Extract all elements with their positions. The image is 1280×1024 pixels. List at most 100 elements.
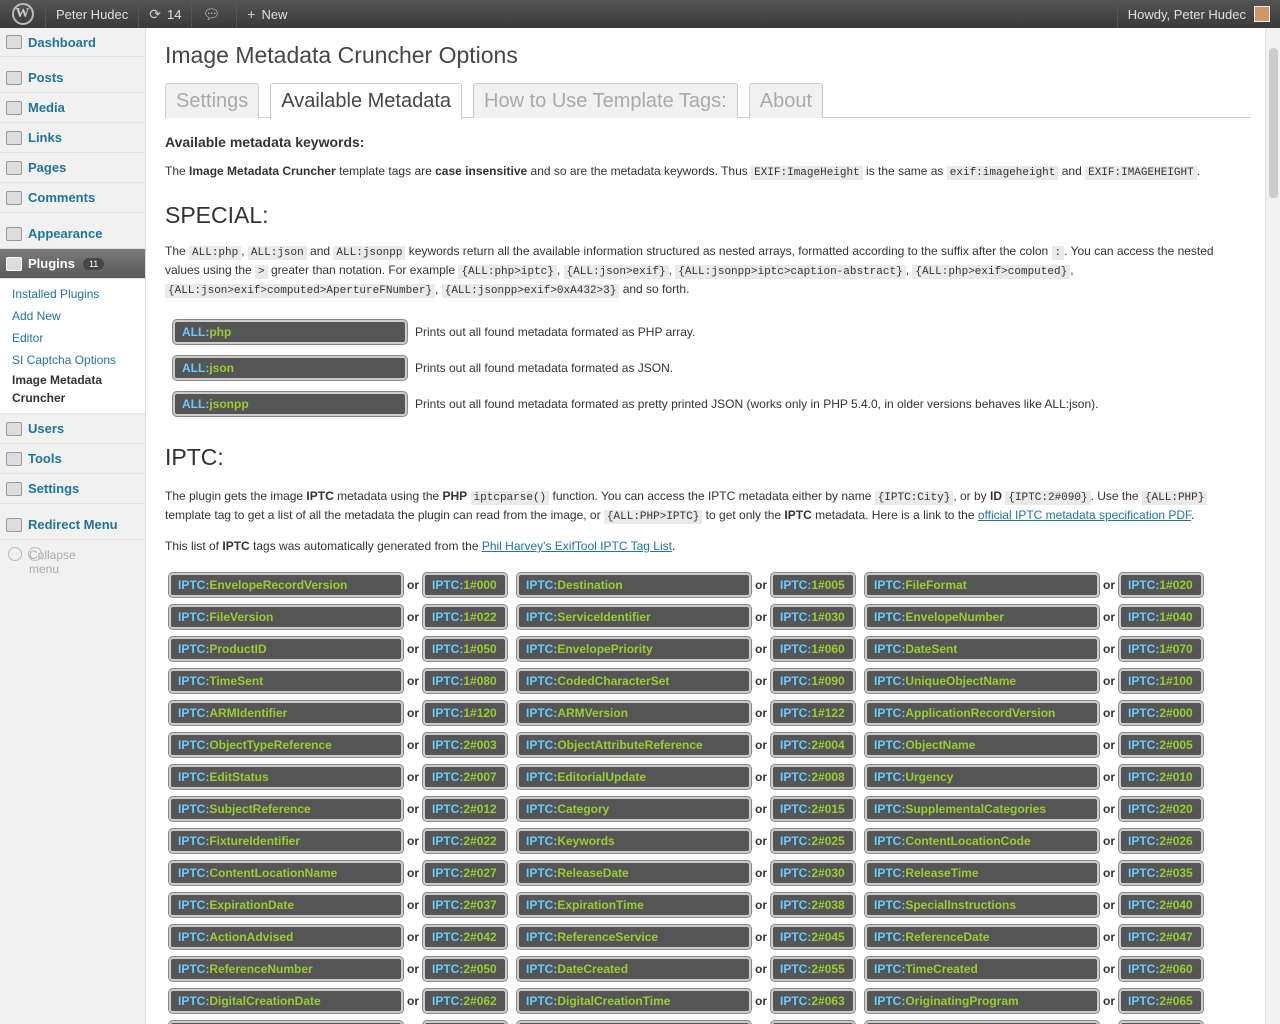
iptc-spec-link[interactable]: official IPTC metadata specification PDF [978,508,1191,522]
iptc-name-pill[interactable]: IPTC: ContentLocationCode [865,829,1099,853]
menu-dashboard[interactable]: Dashboard [0,28,145,57]
iptc-name-pill[interactable]: IPTC: ReferenceDate [865,925,1099,949]
iptc-id-pill[interactable]: IPTC: 2#030 [771,861,855,885]
iptc-id-pill[interactable]: IPTC: 2#012 [423,797,507,821]
iptc-id-pill[interactable]: IPTC: 2#055 [771,957,855,981]
iptc-id-pill[interactable]: IPTC: 2#045 [771,925,855,949]
comments-link[interactable]: 💬︎ [192,0,238,28]
iptc-name-pill[interactable]: IPTC: ServiceIdentifier [517,605,751,629]
menu-pages[interactable]: Pages [0,153,145,183]
iptc-name-pill[interactable]: IPTC: ObjectName [865,733,1099,757]
submenu-si-captcha[interactable]: SI Captcha Options [12,349,145,371]
iptc-id-pill[interactable]: IPTC: 2#008 [771,765,855,789]
iptc-name-pill[interactable]: IPTC: EnvelopeNumber [865,605,1099,629]
menu-comments[interactable]: Comments [0,183,145,213]
wordpress-logo-icon[interactable]: W [0,0,46,28]
iptc-id-pill[interactable]: IPTC: 1#005 [771,573,855,597]
iptc-id-pill[interactable]: IPTC: 2#063 [771,989,855,1013]
iptc-name-pill[interactable]: IPTC: EditorialUpdate [517,765,751,789]
menu-users[interactable]: Users [0,414,145,444]
iptc-name-pill[interactable]: IPTC: ActionAdvised [169,925,403,949]
iptc-id-pill[interactable]: IPTC: 2#025 [771,829,855,853]
iptc-id-pill[interactable]: IPTC: 2#050 [423,957,507,981]
menu-settings[interactable]: Settings [0,474,145,504]
iptc-name-pill[interactable]: IPTC: ReleaseDate [517,861,751,885]
iptc-name-pill[interactable]: IPTC: ApplicationRecordVersion [865,701,1099,725]
iptc-id-pill[interactable]: IPTC: 2#026 [1119,829,1203,853]
iptc-name-pill[interactable]: IPTC: FixtureIdentifier [169,829,403,853]
site-name-link[interactable]: Peter Hudec [46,0,140,28]
iptc-name-pill[interactable]: IPTC: ProductID [169,637,403,661]
iptc-name-pill[interactable]: IPTC: EnvelopeRecordVersion [169,573,403,597]
iptc-name-pill[interactable]: IPTC: ObjectAttributeReference [517,733,751,757]
iptc-name-pill[interactable]: IPTC: ReleaseTime [865,861,1099,885]
tag-pill[interactable]: ALL: php [173,320,407,344]
iptc-id-pill[interactable]: IPTC: 2#005 [1119,733,1203,757]
iptc-id-pill[interactable]: IPTC: 1#070 [1119,637,1203,661]
menu-posts[interactable]: Posts [0,63,145,93]
iptc-id-pill[interactable]: IPTC: 2#060 [1119,957,1203,981]
tab-available-metadata[interactable]: Available Metadata [270,83,463,119]
iptc-id-pill[interactable]: IPTC: 2#035 [1119,861,1203,885]
iptc-id-pill[interactable]: IPTC: 1#050 [423,637,507,661]
iptc-id-pill[interactable]: IPTC: 2#038 [771,893,855,917]
iptc-name-pill[interactable]: IPTC: DigitalCreationTime [517,989,751,1013]
iptc-name-pill[interactable]: IPTC: FileFormat [865,573,1099,597]
iptc-id-pill[interactable]: IPTC: 2#022 [423,829,507,853]
iptc-name-pill[interactable]: IPTC: DigitalCreationDate [169,989,403,1013]
submenu-editor[interactable]: Editor [12,327,145,349]
tag-pill[interactable]: ALL: json [173,356,407,380]
iptc-name-pill[interactable]: IPTC: ExpirationDate [169,893,403,917]
iptc-name-pill[interactable]: IPTC: TimeSent [169,669,403,693]
iptc-name-pill[interactable]: IPTC: ARMVersion [517,701,751,725]
iptc-id-pill[interactable]: IPTC: 2#015 [771,797,855,821]
submenu-add-new[interactable]: Add New [12,305,145,327]
exiftool-link[interactable]: Phil Harvey's ExifTool IPTC Tag List [482,539,672,553]
iptc-name-pill[interactable]: IPTC: Destination [517,573,751,597]
new-content-link[interactable]: + New [237,0,297,28]
iptc-id-pill[interactable]: IPTC: 2#007 [423,765,507,789]
tab-settings[interactable]: Settings [165,83,260,118]
iptc-name-pill[interactable]: IPTC: FileVersion [169,605,403,629]
iptc-id-pill[interactable]: IPTC: 2#042 [423,925,507,949]
iptc-name-pill[interactable]: IPTC: DateSent [865,637,1099,661]
menu-redirect[interactable]: Redirect Menu [0,510,145,540]
iptc-id-pill[interactable]: IPTC: 1#020 [1119,573,1203,597]
iptc-name-pill[interactable]: IPTC: ContentLocationName [169,861,403,885]
menu-links[interactable]: Links [0,123,145,153]
page-scrollbar[interactable] [1265,28,1280,1024]
iptc-name-pill[interactable]: IPTC: SubjectReference [169,797,403,821]
iptc-name-pill[interactable]: IPTC: Keywords [517,829,751,853]
iptc-id-pill[interactable]: IPTC: 2#020 [1119,797,1203,821]
menu-plugins[interactable]: Plugins 11 [0,249,145,279]
collapse-menu-button[interactable]: Collapse menu [0,540,145,576]
scrollbar-thumb[interactable] [1269,48,1278,198]
menu-tools[interactable]: Tools [0,444,145,474]
iptc-id-pill[interactable]: IPTC: 2#004 [771,733,855,757]
iptc-id-pill[interactable]: IPTC: 1#040 [1119,605,1203,629]
iptc-id-pill[interactable]: IPTC: 2#040 [1119,893,1203,917]
iptc-id-pill[interactable]: IPTC: 1#120 [423,701,507,725]
iptc-name-pill[interactable]: IPTC: ReferenceService [517,925,751,949]
iptc-name-pill[interactable]: IPTC: Category [517,797,751,821]
iptc-name-pill[interactable]: IPTC: UniqueObjectName [865,669,1099,693]
iptc-id-pill[interactable]: IPTC: 2#062 [423,989,507,1013]
iptc-id-pill[interactable]: IPTC: 2#010 [1119,765,1203,789]
iptc-id-pill[interactable]: IPTC: 1#000 [423,573,507,597]
iptc-name-pill[interactable]: IPTC: CodedCharacterSet [517,669,751,693]
iptc-id-pill[interactable]: IPTC: 1#100 [1119,669,1203,693]
iptc-id-pill[interactable]: IPTC: 1#030 [771,605,855,629]
tab-about[interactable]: About [748,83,823,118]
my-account-link[interactable]: Howdy, Peter Hudec [1116,0,1280,28]
iptc-name-pill[interactable]: IPTC: SupplementalCategories [865,797,1099,821]
iptc-id-pill[interactable]: IPTC: 2#047 [1119,925,1203,949]
iptc-id-pill[interactable]: IPTC: 2#027 [423,861,507,885]
tag-pill[interactable]: ALL: jsonpp [173,392,407,416]
menu-media[interactable]: Media [0,93,145,123]
iptc-name-pill[interactable]: IPTC: DateCreated [517,957,751,981]
iptc-id-pill[interactable]: IPTC: 1#090 [771,669,855,693]
iptc-name-pill[interactable]: IPTC: ReferenceNumber [169,957,403,981]
iptc-id-pill[interactable]: IPTC: 2#037 [423,893,507,917]
iptc-name-pill[interactable]: IPTC: EnvelopePriority [517,637,751,661]
iptc-id-pill[interactable]: IPTC: 1#122 [771,701,855,725]
